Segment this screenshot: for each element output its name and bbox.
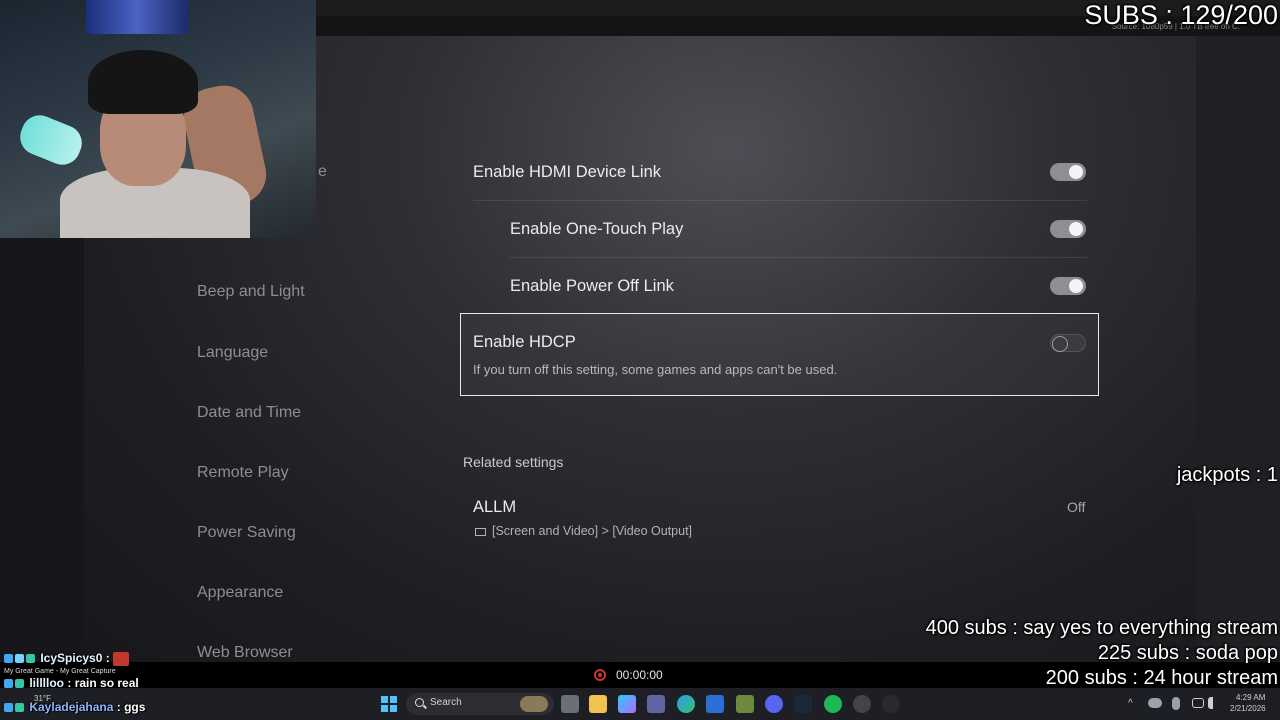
subs-counter: SUBS : 129/200: [1084, 0, 1278, 30]
teams-icon[interactable]: [647, 695, 665, 713]
sub-goal-400: 400 subs : say yes to everything stream: [925, 617, 1278, 639]
power-off-link-toggle[interactable]: [1050, 277, 1086, 295]
discord-icon[interactable]: [765, 695, 783, 713]
hdcp-hint: If you turn off this setting, some games…: [473, 362, 838, 377]
side-menu-item-date-and-time[interactable]: Date and Time: [197, 404, 301, 422]
steam-icon[interactable]: [794, 695, 812, 713]
chat-badge-icon: [15, 679, 24, 689]
side-menu-item-appearance[interactable]: Appearance: [197, 584, 283, 602]
obs-icon[interactable]: [853, 695, 871, 713]
chat-badge-icon: [26, 654, 35, 664]
windows-taskbar: 31°F Kayladejahana : ggs Search ^ 4:29 A…: [0, 688, 1280, 720]
right-dark-margin: [1196, 36, 1280, 662]
microphone: [14, 109, 88, 171]
hdcp-setting-focused[interactable]: [460, 313, 1099, 396]
chat-badge-icon: [15, 703, 24, 713]
spotify-icon[interactable]: [824, 695, 842, 713]
store-icon[interactable]: [706, 695, 724, 713]
row-divider: [510, 257, 1087, 258]
chat-badge-icon: [4, 703, 13, 713]
option-one-touch-play-label: Enable One-Touch Play: [510, 220, 684, 238]
chat-username: Kayladejahana: [29, 700, 114, 714]
windows-start-icon[interactable]: [381, 696, 397, 712]
sub-goal-200: 200 subs : 24 hour stream: [1045, 667, 1278, 689]
network-icon[interactable]: [1192, 698, 1204, 708]
side-menu-item-language[interactable]: Language: [197, 344, 268, 362]
file-explorer-icon[interactable]: [589, 695, 607, 713]
side-menu-partial-item: e: [318, 163, 327, 180]
one-touch-play-toggle[interactable]: [1050, 220, 1086, 238]
game-label: My Great Game - My Great Capture: [4, 668, 116, 675]
search-highlight-icon: [520, 696, 548, 712]
background-tv: [86, 0, 188, 34]
side-menu-item-beep-and-light[interactable]: Beep and Light: [197, 283, 305, 301]
chat-badge-icon: [4, 679, 13, 689]
copilot-icon[interactable]: [618, 695, 636, 713]
chat-username: IcySpicys0: [40, 651, 103, 665]
hdmi-device-link-toggle[interactable]: [1050, 163, 1086, 181]
hdcp-toggle[interactable]: [1050, 334, 1086, 352]
search-icon: [415, 698, 424, 707]
taskbar-search[interactable]: Search: [406, 693, 554, 715]
tray-chevron-icon[interactable]: ^: [1128, 698, 1133, 709]
clock-date[interactable]: 2/21/2026: [1230, 704, 1266, 713]
recording-time: 00:00:00: [616, 668, 663, 682]
chat-text: ggs: [124, 700, 146, 714]
webcam-beanie: [88, 50, 198, 114]
side-menu-item-remote-play[interactable]: Remote Play: [197, 464, 289, 482]
4k-app-icon[interactable]: [882, 695, 900, 713]
chat-message: IcySpicys0 :: [4, 651, 131, 666]
microphone-icon[interactable]: [1172, 697, 1180, 710]
screen-icon: [475, 528, 486, 536]
side-menu-item-power-saving[interactable]: Power Saving: [197, 524, 296, 542]
record-icon[interactable]: [594, 669, 606, 681]
clock-time[interactable]: 4:29 AM: [1236, 693, 1265, 702]
option-hdmi-device-link-label: Enable HDMI Device Link: [473, 163, 661, 181]
allm-label[interactable]: ALLM: [473, 498, 516, 517]
chat-badge-icon: [15, 654, 24, 664]
chat-badge-icon: [4, 654, 13, 664]
volume-icon[interactable]: [1208, 697, 1220, 709]
edge-icon[interactable]: [677, 695, 695, 713]
search-label: Search: [430, 697, 462, 708]
allm-value: Off: [1067, 499, 1086, 515]
jackpots-counter: jackpots : 1: [1176, 464, 1278, 486]
option-hdcp-label: Enable HDCP: [473, 333, 576, 351]
webcam-feed: [0, 0, 316, 238]
sub-goal-225: 225 subs : soda pop: [1097, 642, 1278, 664]
side-menu-item-web-browser[interactable]: Web Browser: [197, 644, 293, 662]
chat-message: Kayladejahana : ggs: [4, 700, 145, 714]
avatar-emote-icon: [113, 651, 130, 666]
task-view-icon[interactable]: [561, 695, 579, 713]
related-settings-header: Related settings: [463, 454, 564, 470]
row-divider: [473, 200, 1087, 201]
option-power-off-link-label: Enable Power Off Link: [510, 277, 674, 295]
app-icon[interactable]: [736, 695, 754, 713]
onedrive-icon[interactable]: [1148, 698, 1162, 708]
allm-path: [Screen and Video] > [Video Output]: [492, 524, 693, 538]
